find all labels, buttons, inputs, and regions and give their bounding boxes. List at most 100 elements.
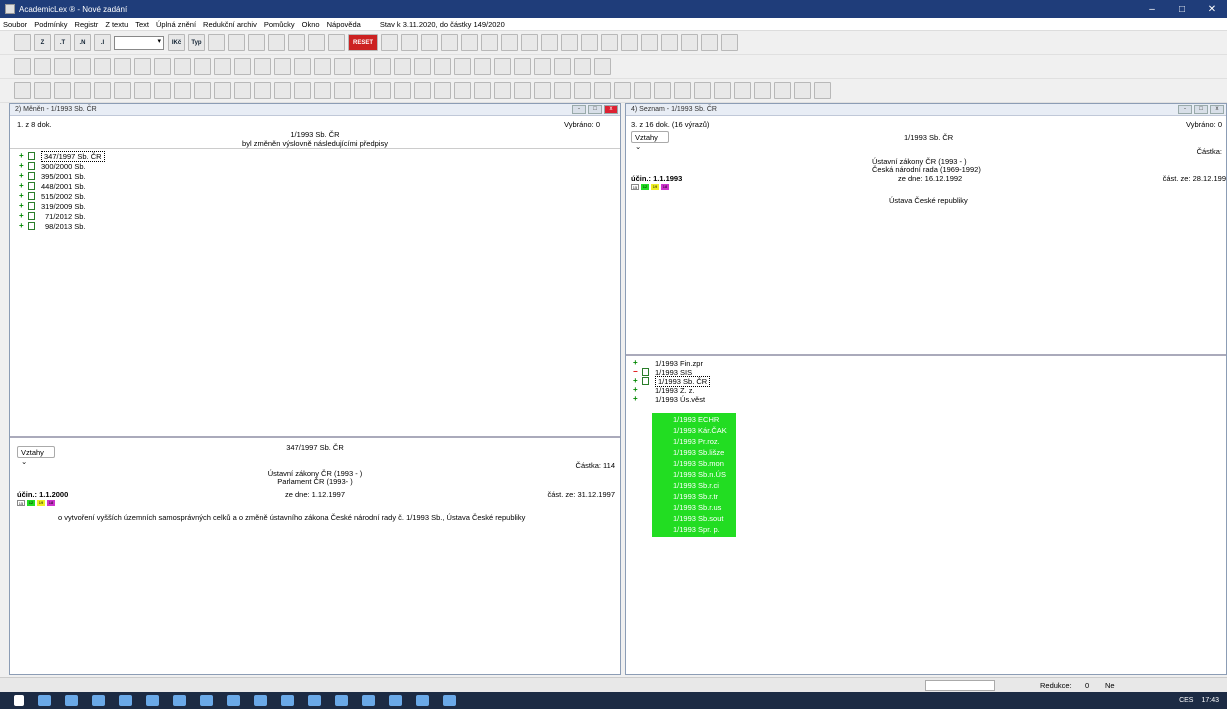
tool-button[interactable]: [174, 58, 191, 75]
tool-button[interactable]: [194, 58, 211, 75]
tool-button[interactable]: [14, 82, 31, 99]
edge-icon[interactable]: [119, 695, 132, 706]
tool-button[interactable]: [654, 82, 671, 99]
tool-button[interactable]: [454, 58, 471, 75]
tool-button[interactable]: [434, 82, 451, 99]
app-icon[interactable]: [200, 695, 213, 706]
tool-button[interactable]: [314, 82, 331, 99]
app-icon[interactable]: [416, 695, 429, 706]
app-icon[interactable]: [335, 695, 348, 706]
tool-button[interactable]: [481, 34, 498, 51]
tool-button[interactable]: [94, 82, 111, 99]
tool-button[interactable]: [534, 82, 551, 99]
tool-button[interactable]: [274, 82, 291, 99]
tool-button[interactable]: [594, 58, 611, 75]
tool-button[interactable]: [494, 82, 511, 99]
tool-button[interactable]: [114, 58, 131, 75]
reset-button[interactable]: RESET: [348, 34, 378, 51]
tool-button[interactable]: [414, 58, 431, 75]
tool-button[interactable]: [154, 58, 171, 75]
tool-button[interactable]: [661, 34, 678, 51]
menu-text[interactable]: Text: [135, 20, 149, 29]
explorer-icon[interactable]: [146, 695, 159, 706]
tool-button[interactable]: [681, 34, 698, 51]
tool-button[interactable]: [514, 82, 531, 99]
list-item[interactable]: +1/1993 Ús.věst: [633, 394, 705, 404]
app-icon[interactable]: [362, 695, 375, 706]
tool-button[interactable]: [634, 82, 651, 99]
tool-button[interactable]: [288, 34, 305, 51]
tool-button[interactable]: [214, 58, 231, 75]
zt-button[interactable]: [14, 34, 31, 51]
list-item[interactable]: 1/1993 ECHR: [673, 415, 719, 424]
search-icon[interactable]: [38, 695, 51, 706]
ikc-button[interactable]: IKč: [168, 34, 185, 51]
t-button[interactable]: .T: [54, 34, 71, 51]
tool-button[interactable]: [174, 82, 191, 99]
close-button[interactable]: ✕: [1197, 4, 1227, 15]
tool-button[interactable]: [154, 82, 171, 99]
word-icon[interactable]: [227, 695, 240, 706]
tool-button[interactable]: [561, 34, 578, 51]
tool-button[interactable]: [74, 58, 91, 75]
tool-button[interactable]: [534, 58, 551, 75]
tool-button[interactable]: [814, 82, 831, 99]
tool-button[interactable]: [248, 34, 265, 51]
tool-button[interactable]: [501, 34, 518, 51]
list-item[interactable]: 1/1993 Sb.r.tr: [673, 492, 718, 501]
tool-button[interactable]: [328, 34, 345, 51]
tool-button[interactable]: [714, 82, 731, 99]
tool-button[interactable]: [14, 58, 31, 75]
list-item[interactable]: +319/2009 Sb.: [19, 201, 86, 211]
n-button[interactable]: .N: [74, 34, 91, 51]
tool-button[interactable]: [754, 82, 771, 99]
tool-button[interactable]: [721, 34, 738, 51]
clock[interactable]: 17:43: [1201, 697, 1219, 704]
chrome-icon[interactable]: [281, 695, 294, 706]
menu-registr[interactable]: Registr: [75, 20, 99, 29]
i-button[interactable]: .I: [94, 34, 111, 51]
list-item[interactable]: +71/2012 Sb.: [19, 211, 85, 221]
restore-button[interactable]: □: [588, 105, 602, 114]
tool-button[interactable]: [614, 82, 631, 99]
tool-button[interactable]: [674, 82, 691, 99]
typ-button[interactable]: Typ: [188, 34, 205, 51]
tool-button[interactable]: [234, 82, 251, 99]
tool-button[interactable]: [421, 34, 438, 51]
menu-okno[interactable]: Okno: [302, 20, 320, 29]
list-item[interactable]: +395/2001 Sb.: [19, 171, 86, 181]
list-item[interactable]: 1/1993 Sb.r.ci: [673, 481, 719, 490]
list-item[interactable]: 1/1993 Sb.lišze: [673, 448, 724, 457]
tool-button[interactable]: [74, 82, 91, 99]
tool-button[interactable]: [514, 58, 531, 75]
relations-dropdown[interactable]: Vztahy ⌄: [631, 131, 669, 151]
tool-button[interactable]: [314, 58, 331, 75]
app-icon[interactable]: [389, 695, 402, 706]
tool-button[interactable]: [194, 82, 211, 99]
close-button[interactable]: x: [1210, 105, 1224, 114]
tool-button[interactable]: [794, 82, 811, 99]
tool-button[interactable]: [54, 82, 71, 99]
tool-button[interactable]: [334, 82, 351, 99]
tool-button[interactable]: [254, 58, 271, 75]
tool-button[interactable]: [414, 82, 431, 99]
tool-button[interactable]: [554, 58, 571, 75]
minimize-button[interactable]: –: [1137, 4, 1167, 15]
tool-button[interactable]: [308, 34, 325, 51]
tool-button[interactable]: [34, 82, 51, 99]
list-item[interactable]: +515/2002 Sb.: [19, 191, 86, 201]
tool-button[interactable]: [354, 82, 371, 99]
tool-button[interactable]: [394, 58, 411, 75]
minimize-button[interactable]: -: [572, 105, 586, 114]
list-item[interactable]: +448/2001 Sb.: [19, 181, 86, 191]
tool-button[interactable]: [274, 58, 291, 75]
tool-button[interactable]: [494, 58, 511, 75]
tool-button[interactable]: [434, 58, 451, 75]
tool-button[interactable]: [454, 82, 471, 99]
list-item[interactable]: 1/1993 Kár.ČAK: [673, 426, 727, 435]
pane-divider[interactable]: [10, 436, 620, 438]
tool-button[interactable]: [268, 34, 285, 51]
tool-button[interactable]: [394, 82, 411, 99]
close-button[interactable]: x: [604, 105, 618, 114]
tool-button[interactable]: [94, 58, 111, 75]
